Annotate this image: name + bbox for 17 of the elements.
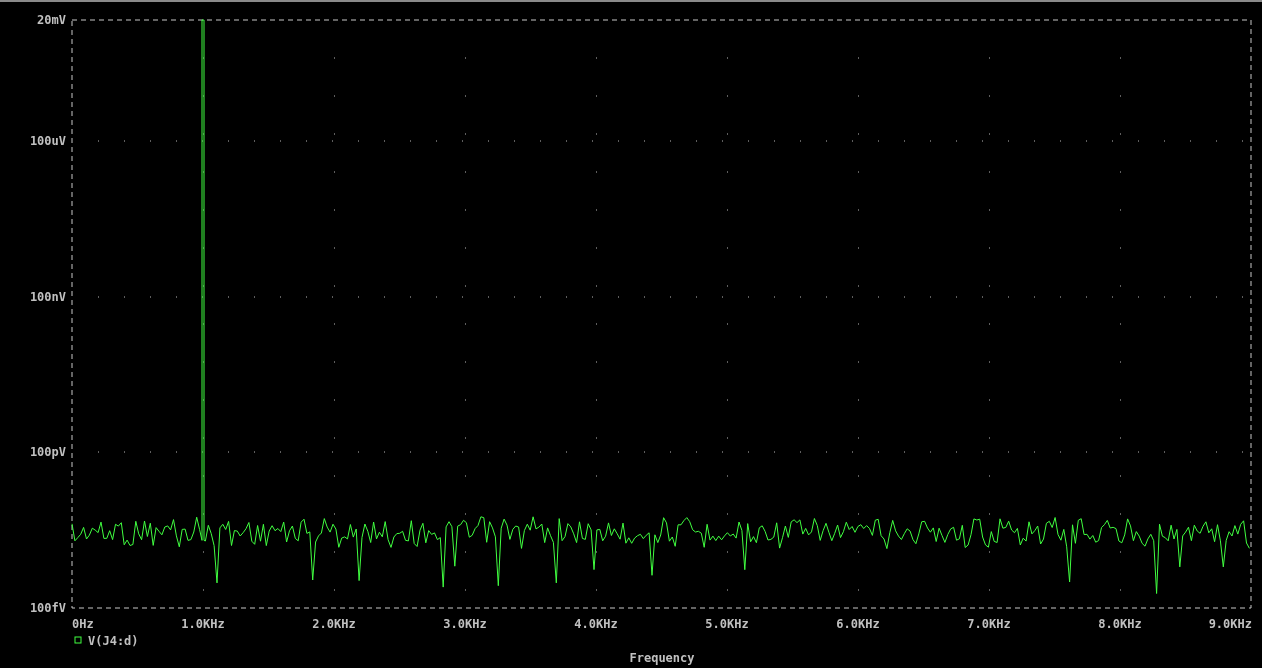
x-axis-label: 2.0KHz bbox=[312, 617, 356, 631]
legend-label: V(J4:d) bbox=[88, 634, 139, 648]
y-axis-label: 100uV bbox=[29, 134, 66, 148]
x-axis-label: 9.0KHz bbox=[1208, 617, 1252, 631]
x-axis-label: 6.0KHz bbox=[836, 617, 880, 631]
y-axis-label: 100nV bbox=[29, 290, 66, 304]
y-axis-label: 100fV bbox=[29, 601, 66, 615]
x-axis-label: 5.0KHz bbox=[705, 617, 749, 631]
y-axis-label: 20mV bbox=[37, 13, 66, 27]
axis-title: Frequency bbox=[629, 651, 695, 665]
x-axis-label: 3.0KHz bbox=[443, 617, 487, 631]
y-axis-label: 100pV bbox=[29, 445, 66, 459]
x-axis-label: 8.0KHz bbox=[1098, 617, 1142, 631]
x-axis-label: 0Hz bbox=[72, 617, 94, 631]
x-axis-label: 1.0KHz bbox=[181, 617, 225, 631]
x-axis-label: 4.0KHz bbox=[574, 617, 618, 631]
x-axis-label: 7.0KHz bbox=[967, 617, 1011, 631]
